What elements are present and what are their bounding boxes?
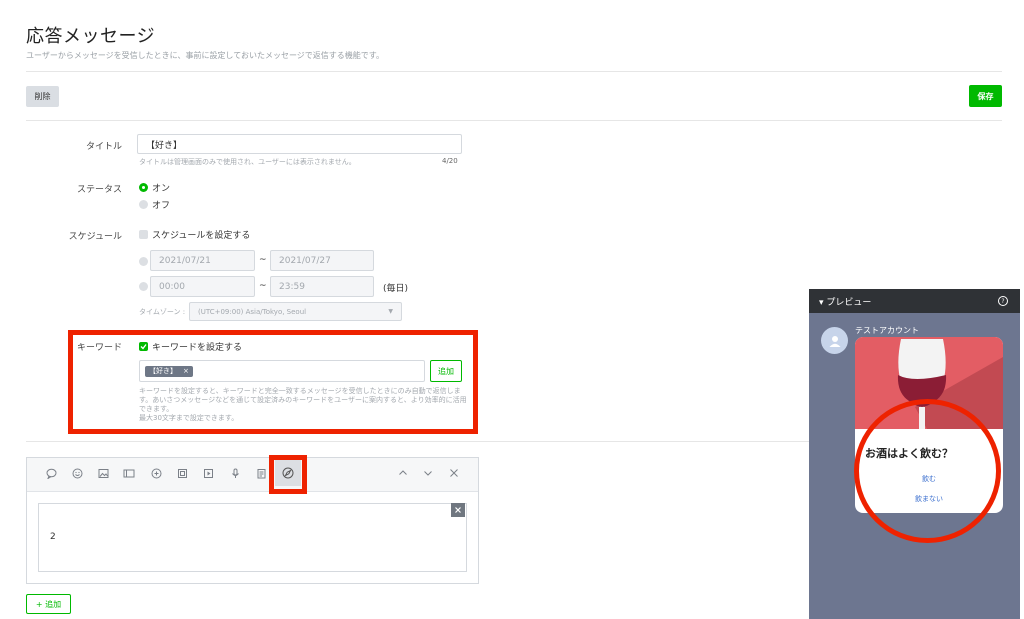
emoji-icon[interactable] [70, 466, 84, 480]
schedule-checkbox[interactable] [139, 230, 148, 239]
timezone-select[interactable]: (UTC+09:00) Asia/Tokyo, Seoul ▼ [189, 302, 402, 321]
status-on-label: オン [152, 184, 171, 194]
remove-content-button[interactable] [451, 503, 465, 517]
status-label: ステータス [76, 185, 122, 195]
title-hint: タイトルは管理画面のみで使用され、ユーザーには表示されません。 [139, 158, 356, 166]
user-icon [829, 335, 840, 347]
close-icon [455, 507, 461, 513]
preview-header[interactable]: ▾ プレビュー ? [809, 289, 1020, 313]
schedule-date-radio[interactable] [139, 257, 148, 266]
time-range-tilde: ~ [259, 281, 267, 291]
schedule-label: スケジュール [68, 232, 122, 242]
keyword-checkbox-label: キーワードを設定する [152, 343, 243, 353]
add-message-button[interactable]: + 追加 [26, 594, 71, 614]
chevron-down-icon[interactable] [421, 466, 435, 480]
chevron-down-icon: ▼ [388, 308, 393, 315]
keyword-hint-line: 最大30文字まで設定できます。 [139, 414, 239, 422]
coupon-icon[interactable] [149, 466, 163, 480]
divider [26, 441, 816, 442]
schedule-time-radio[interactable] [139, 282, 148, 291]
image-icon[interactable] [96, 466, 110, 480]
title-input[interactable]: 【好き】 [137, 134, 462, 154]
timezone-value: (UTC+09:00) Asia/Tokyo, Seoul [198, 307, 307, 316]
keyword-input[interactable]: 【好き】 × [139, 360, 425, 382]
title-label: タイトル [85, 142, 122, 152]
save-button[interactable]: 保存 [969, 85, 1002, 107]
play-icon[interactable] [201, 466, 215, 480]
mic-icon[interactable] [228, 466, 242, 480]
keyword-hint-line: キーワードを設定すると、キーワードと完全一致するメッセージを受信したときにのみ自… [139, 387, 461, 395]
keyword-tag: 【好き】 × [145, 365, 193, 377]
keyword-tag-label: 【好き】 [149, 367, 177, 375]
timezone-label: タイムゾーン : [139, 308, 186, 316]
time-start-input[interactable]: 00:00 [150, 276, 255, 297]
close-icon[interactable]: × [183, 367, 189, 375]
date-range-tilde: ~ [259, 255, 267, 265]
daily-label: (毎日) [383, 284, 409, 294]
preview-header-label: ▾ プレビュー [819, 297, 872, 308]
card-icon[interactable] [122, 466, 136, 480]
editor-toolbar [27, 458, 478, 492]
survey-icon[interactable] [254, 466, 268, 480]
checkmark-icon [140, 344, 147, 350]
divider [26, 71, 1002, 72]
avatar [821, 327, 848, 354]
status-off-radio[interactable] [139, 200, 148, 209]
video-icon[interactable] [175, 466, 189, 480]
account-name: テストアカウント [855, 326, 919, 335]
schedule-checkbox-label: スケジュールを設定する [152, 231, 251, 241]
status-off-label: オフ [152, 201, 171, 211]
keyword-hint-line: す。あいさつメッセージなどを通じて設定済みのキーワードをユーザーに案内すると、よ… [139, 396, 467, 404]
keyword-hint: キーワードを設定すると、キーワードと完全一致するメッセージを受信したときにのみ自… [139, 387, 467, 423]
keyword-add-button[interactable]: 追加 [430, 360, 462, 382]
status-on-radio[interactable] [139, 183, 148, 192]
time-end-input[interactable]: 23:59 [270, 276, 374, 297]
speech-bubble-icon[interactable] [44, 466, 58, 480]
page-description: ユーザーからメッセージを受信したときに、事前に設定しておいたメッセージで返信する… [26, 51, 384, 60]
compass-highlight-box [269, 455, 307, 494]
close-icon[interactable] [447, 466, 461, 480]
divider [26, 120, 1002, 121]
keyword-checkbox[interactable] [139, 342, 148, 351]
message-content: 2 [50, 532, 56, 542]
keyword-hint-line: できます。 [139, 405, 174, 413]
date-start-input[interactable]: 2021/07/21 [150, 250, 255, 271]
message-text-area[interactable]: 2 [38, 503, 467, 572]
preview-highlight-circle [854, 399, 1001, 543]
title-char-count: 4/20 [442, 157, 458, 165]
keyword-label: キーワード [76, 343, 122, 353]
chevron-up-icon[interactable] [396, 466, 410, 480]
help-icon[interactable]: ? [998, 296, 1008, 306]
page-title: 応答メッセージ [26, 26, 156, 47]
delete-button[interactable]: 削除 [26, 86, 59, 107]
date-end-input[interactable]: 2021/07/27 [270, 250, 374, 271]
